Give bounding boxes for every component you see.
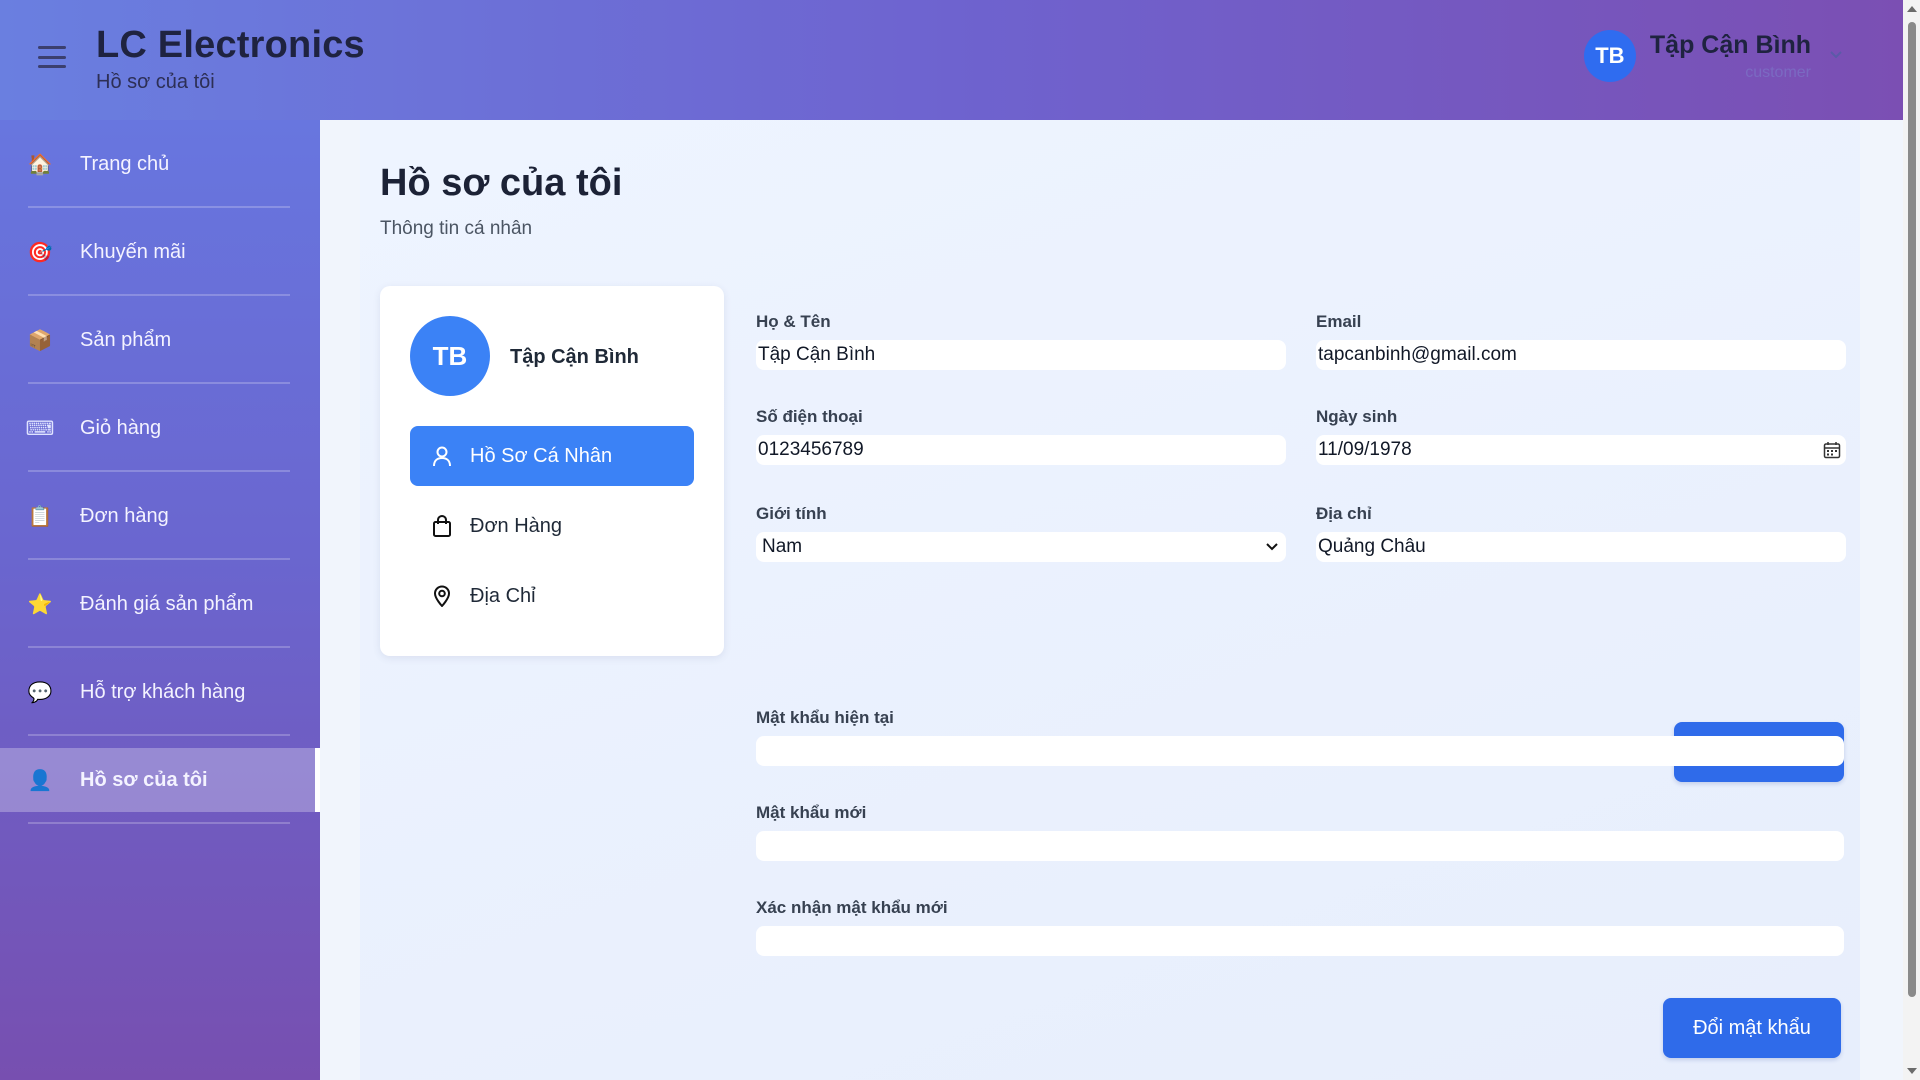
input-value: 0123456789 xyxy=(758,439,864,460)
profile-menu-label: Địa Chỉ xyxy=(470,584,536,607)
map-pin-icon xyxy=(430,584,454,608)
sidebar-item-label: Đánh giá sản phẩm xyxy=(80,592,254,615)
sidebar: 🏠 Trang chủ 🎯 Khuyến mãi 📦 Sản phẩm ⌨ Gi… xyxy=(0,120,320,1080)
profile-menu: Hồ Sơ Cá Nhân Đơn Hàng Địa Chỉ xyxy=(410,426,694,636)
scroll-thumb[interactable] xyxy=(1908,22,1916,997)
sidebar-item-label: Khuyến mãi xyxy=(80,240,186,263)
clipboard-icon: 📋 xyxy=(27,505,53,528)
field-label: Mật khẩu hiện tại xyxy=(756,708,894,727)
brand-title: LC Electronics xyxy=(96,24,365,66)
home-icon: 🏠 xyxy=(27,153,53,176)
input-value: Tập Cận Bình xyxy=(758,344,876,365)
chat-icon: 💬 xyxy=(27,681,53,704)
confirm-password-field: Xác nhận mật khẩu mới xyxy=(756,898,1844,956)
current-password-input[interactable] xyxy=(756,736,1844,766)
sidebar-item-orders[interactable]: 📋 Đơn hàng xyxy=(0,472,320,560)
header-subtitle: Hồ sơ của tôi xyxy=(96,71,215,93)
page-title: Hồ sơ của tôi xyxy=(380,162,623,204)
sidebar-item-promotions[interactable]: 🎯 Khuyến mãi xyxy=(0,208,320,296)
field-label: Mật khẩu mới xyxy=(756,803,867,822)
select-value: Nam xyxy=(762,536,803,557)
sidebar-item-label: Hỗ trợ khách hàng xyxy=(80,680,246,703)
confirm-password-input[interactable] xyxy=(756,926,1844,956)
avatar: TB xyxy=(1583,30,1636,82)
sidebar-item-label: Sản phẩm xyxy=(80,328,172,351)
fullname-field: Họ & Tên Tập Cận Bình xyxy=(756,312,1286,370)
menu-toggle-icon[interactable] xyxy=(38,46,66,68)
input-value: tapcanbinh@gmail.com xyxy=(1318,344,1517,365)
user-menu[interactable]: TB Tập Cận Bình customer xyxy=(1583,30,1843,82)
field-label: Email xyxy=(1316,312,1362,331)
target-icon: 🎯 xyxy=(27,241,53,264)
sidebar-item-label: Trang chủ xyxy=(80,152,170,175)
chevron-down-icon xyxy=(1260,542,1284,552)
scroll-up-arrow-icon[interactable] xyxy=(1907,6,1917,12)
user-role: customer xyxy=(1745,63,1811,81)
shopping-bag-icon xyxy=(430,514,454,538)
email-input[interactable]: tapcanbinh@gmail.com xyxy=(1316,340,1846,370)
scroll-down-arrow-icon[interactable] xyxy=(1907,1068,1917,1074)
top-header: LC Electronics Hồ sơ của tôi TB Tập Cận … xyxy=(0,0,1903,120)
user-icon: 👤 xyxy=(27,769,53,792)
input-value: 11/09/1978 xyxy=(1318,439,1412,460)
package-icon: 📦 xyxy=(27,329,53,352)
chevron-down-icon[interactable] xyxy=(1829,47,1843,65)
gender-field: Giới tính Nam xyxy=(756,504,1286,562)
field-label: Họ & Tên xyxy=(756,312,831,331)
sidebar-item-label: Đơn hàng xyxy=(80,504,169,527)
main-content: Hồ sơ của tôi Thông tin cá nhân TB Tập C… xyxy=(360,120,1860,1080)
profile-name: Tập Cận Bình xyxy=(510,346,639,368)
sidebar-item-reviews[interactable]: ⭐ Đánh giá sản phẩm xyxy=(0,560,320,648)
profile-menu-address[interactable]: Địa Chỉ xyxy=(410,566,694,626)
field-label: Địa chỉ xyxy=(1316,504,1372,523)
new-password-field: Mật khẩu mới xyxy=(756,803,1844,861)
sidebar-item-label: Giỏ hàng xyxy=(80,416,162,439)
address-input[interactable]: Quảng Châu xyxy=(1316,532,1846,562)
profile-menu-personal[interactable]: Hồ Sơ Cá Nhân xyxy=(410,426,694,486)
brand: LC Electronics Hồ sơ của tôi xyxy=(96,24,365,94)
page-subtitle: Thông tin cá nhân xyxy=(380,218,533,239)
sidebar-item-label: Hồ sơ của tôi xyxy=(80,768,208,791)
user-outline-icon xyxy=(430,444,454,468)
sidebar-item-products[interactable]: 📦 Sản phẩm xyxy=(0,296,320,384)
profile-menu-label: Đơn Hàng xyxy=(470,514,563,537)
input-value: Quảng Châu xyxy=(1318,536,1426,557)
birthday-input[interactable]: 11/09/1978 xyxy=(1316,435,1846,465)
birthday-field: Ngày sinh 11/09/1978 xyxy=(1316,407,1846,465)
sidebar-item-support[interactable]: 💬 Hỗ trợ khách hàng xyxy=(0,648,320,736)
new-password-input[interactable] xyxy=(756,831,1844,861)
sidebar-item-cart[interactable]: ⌨ Giỏ hàng xyxy=(0,384,320,472)
sidebar-item-profile[interactable]: 👤 Hồ sơ của tôi xyxy=(0,748,320,824)
current-password-field: Mật khẩu hiện tại xyxy=(756,708,1844,766)
star-icon: ⭐ xyxy=(27,593,53,616)
profile-menu-orders[interactable]: Đơn Hàng xyxy=(410,496,694,556)
field-label: Xác nhận mật khẩu mới xyxy=(756,898,948,917)
field-label: Số điện thoại xyxy=(756,407,863,426)
gender-select[interactable]: Nam xyxy=(756,532,1286,562)
phone-field: Số điện thoại 0123456789 xyxy=(756,407,1286,465)
change-password-button[interactable]: Đổi mật khẩu xyxy=(1663,998,1841,1058)
address-field: Địa chỉ Quảng Châu xyxy=(1316,504,1846,562)
field-label: Giới tính xyxy=(756,504,827,523)
fullname-input[interactable]: Tập Cận Bình xyxy=(756,340,1286,370)
keyboard-icon: ⌨ xyxy=(25,417,55,440)
avatar: TB xyxy=(410,316,490,396)
phone-input[interactable]: 0123456789 xyxy=(756,435,1286,465)
calendar-icon[interactable] xyxy=(1820,441,1844,459)
email-field: Email tapcanbinh@gmail.com xyxy=(1316,312,1846,370)
sidebar-item-home[interactable]: 🏠 Trang chủ xyxy=(0,120,320,208)
field-label: Ngày sinh xyxy=(1316,407,1398,426)
profile-card: TB Tập Cận Bình Hồ Sơ Cá Nhân Đơn Hàng Đ… xyxy=(380,286,724,656)
user-name: Tập Cận Bình xyxy=(1649,30,1811,59)
profile-menu-label: Hồ Sơ Cá Nhân xyxy=(470,444,613,467)
page-scrollbar[interactable] xyxy=(1903,0,1920,1080)
